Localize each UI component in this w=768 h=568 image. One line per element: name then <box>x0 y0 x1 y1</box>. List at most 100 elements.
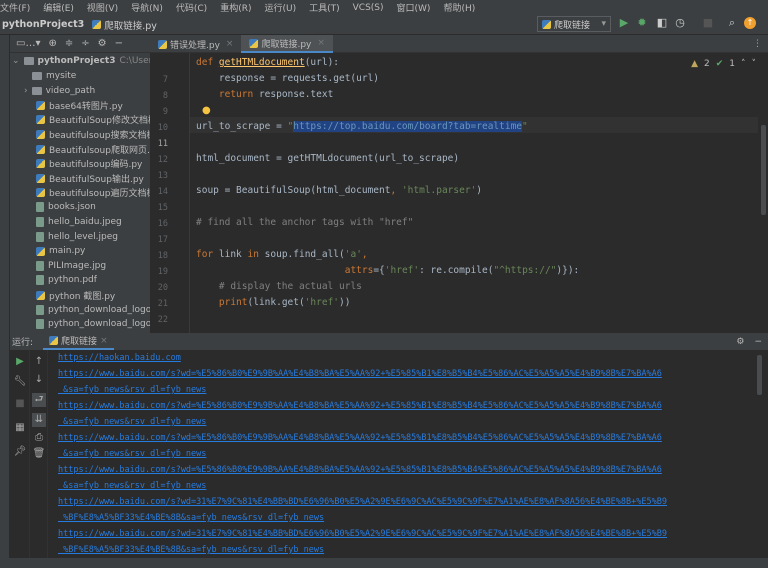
console-link[interactable]: &sa=fyb_news&rsv_dl=fyb_news <box>58 449 206 459</box>
menu-item[interactable]: 代码(C) <box>176 1 207 14</box>
menu-item[interactable]: 文件(F) <box>0 1 30 14</box>
chevron-down-icon[interactable]: ˅ <box>752 59 757 69</box>
code-line[interactable]: response = requests.get(url) <box>196 71 379 87</box>
console-link[interactable]: https://www.baidu.com/s?wd=%E5%86%B0%E9%… <box>58 401 662 411</box>
hide-icon[interactable]: − <box>754 337 762 347</box>
console-link[interactable]: https://www.baidu.com/s?wd=31%E7%9C%81%E… <box>58 529 667 539</box>
expand-all-icon[interactable]: ≑ <box>65 38 73 49</box>
menu-item[interactable]: 帮助(H) <box>443 1 475 14</box>
console-link[interactable]: https://www.baidu.com/s?wd=%E5%86%B0%E9%… <box>58 465 662 475</box>
code-line[interactable]: print(link.get('href')) <box>196 295 350 311</box>
breadcrumb-file[interactable]: 爬取链接.py <box>92 18 157 32</box>
console-link[interactable]: &sa=fyb_news&rsv_dl=fyb_news <box>58 385 206 395</box>
menu-item[interactable]: 重构(R) <box>220 1 251 14</box>
code-line[interactable]: soup = BeautifulSoup(html_document, 'htm… <box>196 183 482 199</box>
tree-item[interactable]: BeautifulSoup修改文档树 <box>36 113 157 127</box>
project-view-icon[interactable]: ▭…▾ <box>16 38 40 49</box>
tree-item-label: PILImage.jpg <box>48 261 106 271</box>
menu-item[interactable]: 导航(N) <box>131 1 163 14</box>
tree-item[interactable]: ›video_path <box>24 84 95 98</box>
tree-item[interactable]: beautifulsoup搜索文档树 <box>36 127 155 141</box>
lightbulb-icon[interactable]: ● <box>202 105 211 116</box>
code-line[interactable]: url_to_scrape = "https://top.baidu.com/b… <box>196 119 528 135</box>
collapse-all-icon[interactable]: ÷ <box>81 38 89 49</box>
rerun-icon[interactable]: ▶ <box>13 355 27 369</box>
tab-scrape-links[interactable]: 爬取链接.py× <box>241 35 332 53</box>
tree-item[interactable]: PILImage.jpg <box>36 259 106 273</box>
console-link[interactable]: https://www.baidu.com/s?wd=%E5%86%B0%E9%… <box>58 369 662 379</box>
console-link[interactable]: &sa=fyb_news&rsv_dl=fyb_news <box>58 417 206 427</box>
layout-icon[interactable]: ▦ <box>13 421 27 435</box>
run-configuration-select[interactable]: 爬取链接▾ <box>537 16 611 32</box>
menu-item[interactable]: 编辑(E) <box>43 1 74 14</box>
tree-item[interactable]: BeautifulSoup输出.py <box>36 171 144 185</box>
stop-icon[interactable]: ■ <box>702 17 714 29</box>
trash-icon[interactable]: 🗑︎ <box>32 447 46 461</box>
run-tab[interactable]: 爬取链接× <box>43 333 114 350</box>
tree-item[interactable]: hello_baidu.jpeg <box>36 215 122 229</box>
tree-root[interactable]: ⌄pythonProject3C:\Users\ <box>12 54 160 68</box>
arrow-up-icon[interactable]: ↑ <box>32 355 46 369</box>
debug-icon[interactable]: ✹ <box>636 17 648 29</box>
tree-item[interactable]: base64转图片.py <box>36 98 123 112</box>
tree-item[interactable]: python 截图.py <box>36 288 115 302</box>
tree-item[interactable]: python.pdf <box>36 273 97 287</box>
pin-icon[interactable]: 📌︎ <box>13 445 27 459</box>
soft-wrap-icon[interactable]: ⮐ <box>32 393 46 407</box>
hide-icon[interactable]: − <box>115 38 123 49</box>
scroll-to-end-icon[interactable]: ⇊ <box>32 413 46 427</box>
code-line[interactable]: for link in soup.find_all('a', <box>196 247 368 263</box>
search-icon[interactable]: ⌕ <box>726 17 738 29</box>
stop-icon[interactable]: ■ <box>13 397 27 411</box>
inspection-widget[interactable]: ▲2 ✔1 ˄˅ <box>691 59 756 69</box>
tree-item[interactable]: beautifulsoup编码.py <box>36 157 142 171</box>
menu-item[interactable]: 视图(V) <box>87 1 118 14</box>
chevron-up-icon[interactable]: ˄ <box>741 59 746 69</box>
close-icon[interactable]: × <box>226 39 234 49</box>
menu-item[interactable]: 工具(T) <box>309 1 340 14</box>
console-link[interactable]: &sa=fyb_news&rsv_dl=fyb_news <box>58 481 206 491</box>
console-link[interactable]: %BF%E8%A5%BF33%E4%BE%8B&sa=fyb_news&rsv_… <box>58 545 324 555</box>
menu-item[interactable]: VCS(S) <box>353 3 384 13</box>
tree-item[interactable]: hello_level.jpeg <box>36 230 118 244</box>
folder-icon <box>32 87 42 95</box>
code-line[interactable]: return response.text <box>196 87 333 103</box>
console-link[interactable]: https://www.baidu.com/s?wd=%E5%86%B0%E9%… <box>58 433 662 443</box>
locate-icon[interactable]: ⊕ <box>48 38 56 49</box>
code-line[interactable]: html_document = getHTMLdocument(url_to_s… <box>196 151 459 167</box>
console-link[interactable]: %BF%E8%A5%BF33%E4%BE%8B&sa=fyb_news&rsv_… <box>58 513 324 523</box>
arrow-down-icon[interactable]: ↓ <box>32 373 46 387</box>
more-icon[interactable]: ⋮ <box>753 39 762 49</box>
code-line[interactable]: attrs={'href': re.compile("^https://")})… <box>196 263 579 279</box>
profile-icon[interactable]: ◷ <box>674 17 686 29</box>
print-icon[interactable]: ⎙ <box>32 431 46 445</box>
tree-item[interactable]: Beautifulsoup爬取网页.p <box>36 142 156 156</box>
tree-item[interactable]: main.py <box>36 244 85 258</box>
python-file-icon <box>36 291 45 300</box>
console-link[interactable]: https://www.baidu.com/s?wd=31%E7%9C%81%E… <box>58 497 667 507</box>
menu-item[interactable]: 窗口(W) <box>397 1 431 14</box>
tree-item[interactable]: python_download_logo <box>36 303 151 317</box>
tree-item[interactable]: books.json <box>36 200 96 214</box>
gear-icon[interactable]: ⚙ <box>98 38 107 49</box>
menu-item[interactable]: 运行(U) <box>264 1 296 14</box>
code-line[interactable]: def getHTMLdocument(url): <box>196 55 339 71</box>
editor[interactable]: 错误处理.py× 爬取链接.py× ⋮ 78910111213141516171… <box>150 35 768 333</box>
code-line[interactable]: # display the actual urls <box>196 279 362 295</box>
tab-error-handling[interactable]: 错误处理.py× <box>150 35 241 53</box>
close-icon[interactable]: × <box>100 336 108 346</box>
tree-item[interactable]: mysite <box>32 69 76 83</box>
code-line[interactable]: # find all the anchor tags with "href" <box>196 215 413 231</box>
console-scrollbar[interactable] <box>757 355 762 395</box>
coverage-icon[interactable]: ◧ <box>656 17 668 29</box>
gear-icon[interactable]: ⚙ <box>736 337 744 347</box>
breadcrumb-project[interactable]: pythonProject3 <box>2 19 84 30</box>
console-link[interactable]: https://haokan.baidu.com <box>58 353 181 363</box>
editor-scrollbar[interactable] <box>761 125 766 215</box>
update-icon[interactable]: ↑ <box>744 17 756 29</box>
close-icon[interactable]: × <box>317 38 325 48</box>
tree-item[interactable]: python_download_logo <box>36 317 151 331</box>
run-icon[interactable]: ▶ <box>618 17 630 29</box>
tree-item[interactable]: beautifulsoup遍历文档树 <box>36 186 155 200</box>
wrench-icon[interactable]: 🔧︎ <box>13 375 27 389</box>
